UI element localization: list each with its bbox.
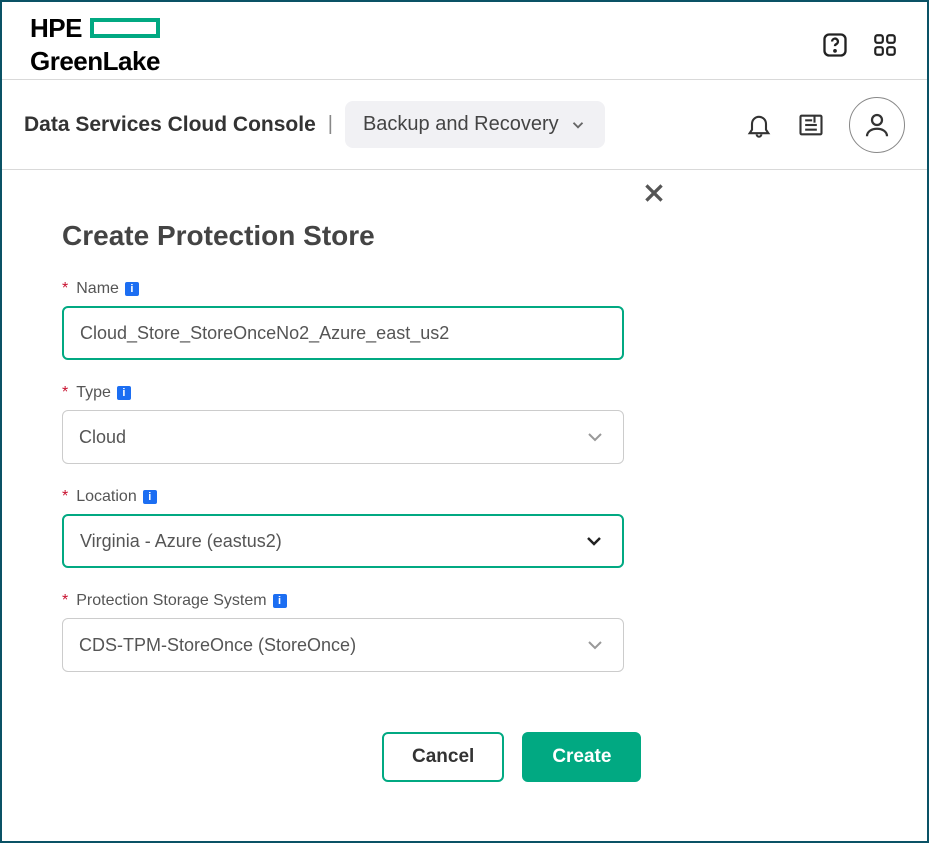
sub-header: Data Services Cloud Console | Backup and… [2,80,927,170]
type-label-text: Type [76,384,111,402]
greenlake-text: GreenLake [30,46,160,77]
location-label: * Location i [62,488,867,506]
type-select-value: Cloud [79,427,126,448]
news-button[interactable] [797,111,825,139]
modal-content: Create Protection Store * Name i * Type … [2,170,927,814]
chevron-down-icon [569,116,587,134]
title-divider: | [328,113,333,136]
name-input[interactable] [62,306,624,360]
type-label: * Type i [62,384,867,402]
required-star: * [62,280,68,298]
chevron-down-icon [583,633,607,657]
close-icon [641,180,667,206]
apps-button[interactable] [871,31,899,59]
required-star: * [62,592,68,610]
field-location-group: * Location i Virginia - Azure (eastus2) [62,488,867,568]
name-label-text: Name [76,280,119,298]
top-header-actions [821,31,899,59]
info-icon[interactable]: i [125,282,139,296]
storage-system-label-text: Protection Storage System [76,592,266,610]
info-icon[interactable]: i [117,386,131,400]
storage-system-select[interactable]: CDS-TPM-StoreOnce (StoreOnce) [62,618,624,672]
field-storage-system-group: * Protection Storage System i CDS-TPM-St… [62,592,867,672]
help-icon [821,31,849,59]
modal-title: Create Protection Store [62,220,867,252]
location-label-text: Location [76,488,137,506]
service-dropdown-label: Backup and Recovery [363,113,559,136]
storage-system-select-value: CDS-TPM-StoreOnce (StoreOnce) [79,635,356,656]
console-title: Data Services Cloud Console [24,113,316,137]
newspaper-icon [797,110,825,140]
hpe-text: HPE [30,13,82,44]
type-select[interactable]: Cloud [62,410,624,464]
notifications-button[interactable] [745,111,773,139]
cancel-button[interactable]: Cancel [382,732,504,782]
name-label: * Name i [62,280,867,298]
create-button[interactable]: Create [522,732,641,782]
person-icon [862,110,892,140]
user-avatar-button[interactable] [849,97,905,153]
info-icon[interactable]: i [273,594,287,608]
field-name-group: * Name i [62,280,867,360]
location-select[interactable]: Virginia - Azure (eastus2) [62,514,624,568]
top-header: HPE GreenLake [2,2,927,80]
bell-icon [745,110,773,140]
info-icon[interactable]: i [143,490,157,504]
brand-logo: HPE GreenLake [30,13,160,77]
hpe-bar-icon [90,18,160,38]
required-star: * [62,384,68,402]
storage-system-label: * Protection Storage System i [62,592,867,610]
field-type-group: * Type i Cloud [62,384,867,464]
required-star: * [62,488,68,506]
service-dropdown[interactable]: Backup and Recovery [345,101,605,148]
modal-actions: Cancel Create [382,732,867,782]
apps-grid-icon [872,32,898,58]
help-button[interactable] [821,31,849,59]
chevron-down-icon [583,425,607,449]
location-select-value: Virginia - Azure (eastus2) [80,531,282,552]
chevron-down-icon [582,529,606,553]
close-button[interactable] [641,180,667,209]
